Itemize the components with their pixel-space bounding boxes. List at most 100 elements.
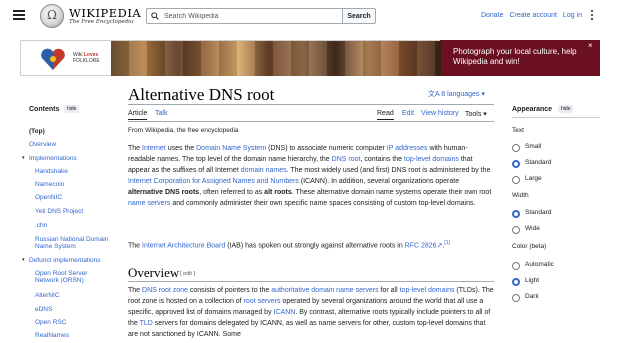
paragraph-overview: The DNS root zone consists of pointers t… [128,285,494,340]
width-option-label[interactable]: Wide [525,225,540,232]
citation-link[interactable]: [1] [444,240,450,246]
wikipedia-globe-logo[interactable] [40,4,64,28]
close-icon[interactable]: × [588,41,593,50]
language-button[interactable]: 文A 8 languages ▾ [428,89,485,99]
color-option-label[interactable]: Light [525,277,539,284]
text-size-label: Text [512,127,524,134]
color-radio[interactable] [512,294,520,302]
appearance-divider [512,117,600,118]
inline-link[interactable]: IP addresses [387,145,428,152]
body-text: and commonly administer their own specif… [170,200,476,207]
toc-item[interactable]: Namecoin [35,181,111,188]
text-size-radio[interactable] [512,144,520,152]
site-subtitle: From Wikipedia, the free encyclopedia [128,127,239,134]
inline-link[interactable]: ICANN [274,309,296,316]
section-edit-link[interactable]: [ edit ] [180,271,195,277]
text-size-option-label[interactable]: Standard [525,159,551,166]
color-option-label[interactable]: Automatic [525,261,554,268]
search-input[interactable] [164,10,339,22]
body-text: , contains the [360,156,405,163]
width-radio[interactable] [512,226,520,234]
text-size-option-label[interactable]: Large [525,175,542,182]
personal-tools: Donate Create account Log in [477,12,582,19]
color-radio[interactable] [512,278,520,286]
body-text: The [128,242,143,250]
log-in-link[interactable]: Log in [563,12,582,19]
inline-link[interactable]: Internet Corporation for Assigned Names … [128,178,299,185]
inline-link[interactable]: RFC 2826 [405,242,437,249]
paragraph-intro: The Internet uses the Domain Name System… [128,143,494,209]
tools-dropdown[interactable]: Tools ▾ [465,110,487,118]
search-button[interactable]: Search [342,8,376,24]
inline-link[interactable]: DNS root [332,156,361,163]
toc-item-label: .chn [35,222,48,229]
tab-article[interactable]: Article [128,110,148,120]
inline-link[interactable]: authoritative domain name servers [271,287,378,294]
inline-link[interactable]: domain names [241,167,287,174]
toc-item[interactable]: .chn [35,222,111,229]
inline-link[interactable]: Domain Name System [196,145,266,152]
banner-photos [111,41,441,76]
tab-edit[interactable]: Edit [402,110,414,117]
toc-item[interactable]: (Top) [29,128,111,135]
chevron-down-icon: ▾ [481,91,485,98]
inline-link[interactable]: Internet [142,145,166,152]
appearance-hide-button[interactable]: hide [558,105,574,113]
text-size-option-label[interactable]: Small [525,143,541,150]
toc-item-label: Overview [29,141,57,148]
text-size-radio[interactable] [512,176,520,184]
toc-item[interactable]: RealNames [35,332,111,339]
width-option-label[interactable]: Standard [525,209,551,216]
create-account-link[interactable]: Create account [509,12,556,19]
body-text: . The most widely used (and first) DNS r… [286,167,491,174]
chevron-down-icon[interactable]: ▾ [22,257,25,264]
body-text: . These alternative domain name systems … [291,189,492,196]
body-text: (IAB) has spoken out strongly against al… [225,242,405,250]
toc-hide-button[interactable]: hide [64,105,80,113]
toc-item-label: eDNS [35,306,53,313]
toc-item[interactable]: AlterNIC [35,292,111,299]
toc-item[interactable]: Russian National Domain Name System [35,236,111,250]
toc-item[interactable]: Yeti DNS Project [35,208,111,215]
search-icon [151,12,159,20]
inline-link[interactable]: name servers [128,200,170,207]
inline-link[interactable]: TLD [140,320,153,327]
inline-link[interactable]: root servers [244,298,281,305]
toc-item[interactable]: Handshake [35,168,111,175]
toc-item[interactable]: ▾ Implementations [22,155,111,162]
toc-item-label: Implementations [29,155,77,162]
body-text: (ICANN). In addition, several organizati… [298,178,460,185]
inline-link[interactable]: Internet Architecture Board [142,242,225,249]
campaign-banner[interactable]: Wiki Loves FOLKLORE Photograph your loca… [20,40,600,76]
wordmark[interactable]: WIKIPEDIA [69,6,141,20]
inline-link[interactable]: top-level domains [404,156,459,163]
inline-link[interactable]: top-level domains [400,287,455,294]
body-text: (DNS) to associate numeric computer [266,145,387,152]
section-divider [128,281,494,282]
body-text: consists of pointers to the [187,287,272,294]
body-text: uses the [165,145,197,152]
text-size-radio[interactable] [512,160,520,168]
chevron-down-icon[interactable]: ▾ [22,155,25,162]
tab-view-history[interactable]: View history [421,110,459,117]
tab-talk[interactable]: Talk [155,110,167,117]
toc-item[interactable]: Open RSC [35,319,111,326]
body-text: The [128,287,143,294]
main-menu-icon[interactable] [13,10,25,20]
toc-item[interactable]: ▾ Defunct implementations [22,257,111,264]
toc-item[interactable]: eDNS [35,306,111,313]
tab-read[interactable]: Read [377,110,394,120]
width-label: Width [512,192,529,199]
donate-link[interactable]: Donate [481,12,504,19]
paragraph-iab: The Internet Architecture Board (IAB) ha… [128,238,494,251]
color-option-label[interactable]: Dark [525,293,539,300]
toc-item[interactable]: Open Root Server Network (ORSN) [35,270,111,284]
tagline: The Free Encyclopedia [69,19,134,25]
inline-link[interactable]: DNS root zone [142,287,188,294]
width-radio[interactable] [512,210,520,218]
more-options-icon[interactable] [587,10,597,22]
toc-item[interactable]: OpenNIC [35,194,111,201]
toc-item[interactable]: Overview [29,141,111,148]
color-radio[interactable] [512,262,520,270]
chevron-down-icon: ▾ [483,111,487,118]
